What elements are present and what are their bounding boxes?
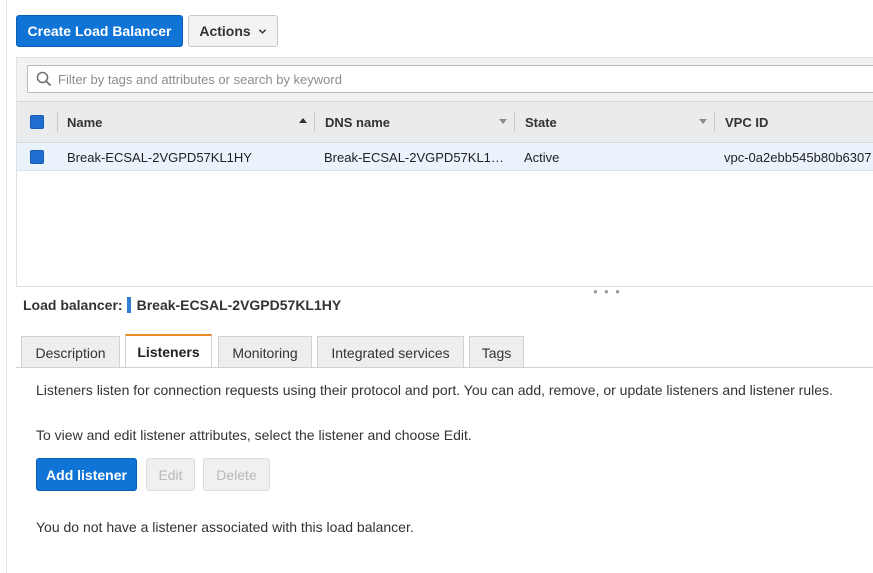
tab-listeners[interactable]: Listeners [125, 334, 212, 368]
left-border [6, 0, 7, 573]
edit-button[interactable]: Edit [146, 458, 195, 491]
search-input[interactable]: Filter by tags and attributes or search … [27, 65, 873, 93]
cell-name: Break-ECSAL-2VGPD57KL1HY [67, 149, 252, 165]
row-checkbox[interactable] [30, 150, 44, 164]
sort-icon[interactable] [499, 117, 507, 125]
add-listener-button[interactable]: Add listener [36, 458, 137, 491]
chevron-down-icon [258, 28, 266, 34]
column-header-name[interactable]: Name [67, 102, 102, 142]
table-row[interactable]: Break-ECSAL-2VGPD57KL1HY Break-ECSAL-2VG… [17, 143, 873, 171]
tab-monitoring[interactable]: Monitoring [218, 336, 312, 368]
select-all-checkbox[interactable] [30, 115, 44, 129]
column-divider [714, 112, 715, 132]
panel-divider [16, 286, 873, 287]
create-load-balancer-button[interactable]: Create Load Balancer [16, 15, 183, 47]
search-icon [36, 71, 52, 87]
table-header: Name DNS name State VPC ID [17, 101, 873, 143]
column-header-state[interactable]: State [525, 102, 557, 142]
load-balancer-name: Break-ECSAL-2VGPD57KL1HY [136, 297, 342, 313]
tab-description[interactable]: Description [21, 336, 120, 368]
edit-hint: To view and edit listener attributes, se… [36, 427, 472, 443]
search-bar: Filter by tags and attributes or search … [17, 58, 873, 101]
search-placeholder: Filter by tags and attributes or search … [58, 71, 342, 87]
empty-listeners-message: You do not have a listener associated wi… [36, 519, 414, 535]
column-header-vpc-id[interactable]: VPC ID [725, 102, 768, 142]
selection-indicator [126, 297, 131, 313]
delete-button[interactable]: Delete [203, 458, 270, 491]
tab-integrated-services[interactable]: Integrated services [317, 336, 464, 368]
column-header-dns-name[interactable]: DNS name [325, 102, 390, 142]
actions-label: Actions [199, 23, 251, 39]
actions-dropdown-button[interactable]: Actions [188, 15, 278, 47]
tabs-baseline [16, 367, 873, 368]
cell-state: Active [524, 149, 560, 165]
resize-handle[interactable]: ● ● ● [593, 287, 622, 296]
column-divider [514, 112, 515, 132]
sort-ascending-icon[interactable] [299, 117, 307, 125]
load-balancer-table-panel: Filter by tags and attributes or search … [16, 57, 873, 286]
column-divider [314, 112, 315, 132]
load-balancer-label: Load balancer: [23, 297, 123, 313]
cell-vpc-id: vpc-0a2ebb545b80b6307 [724, 149, 872, 165]
load-balancer-heading: Load balancer: Break-ECSAL-2VGPD57KL1HY [23, 297, 341, 313]
column-divider [57, 112, 58, 132]
tab-tags[interactable]: Tags [469, 336, 524, 368]
sort-icon[interactable] [699, 117, 707, 125]
cell-dns-name: Break-ECSAL-2VGPD57KL1… [324, 149, 504, 165]
listeners-description: Listeners listen for connection requests… [36, 382, 833, 398]
